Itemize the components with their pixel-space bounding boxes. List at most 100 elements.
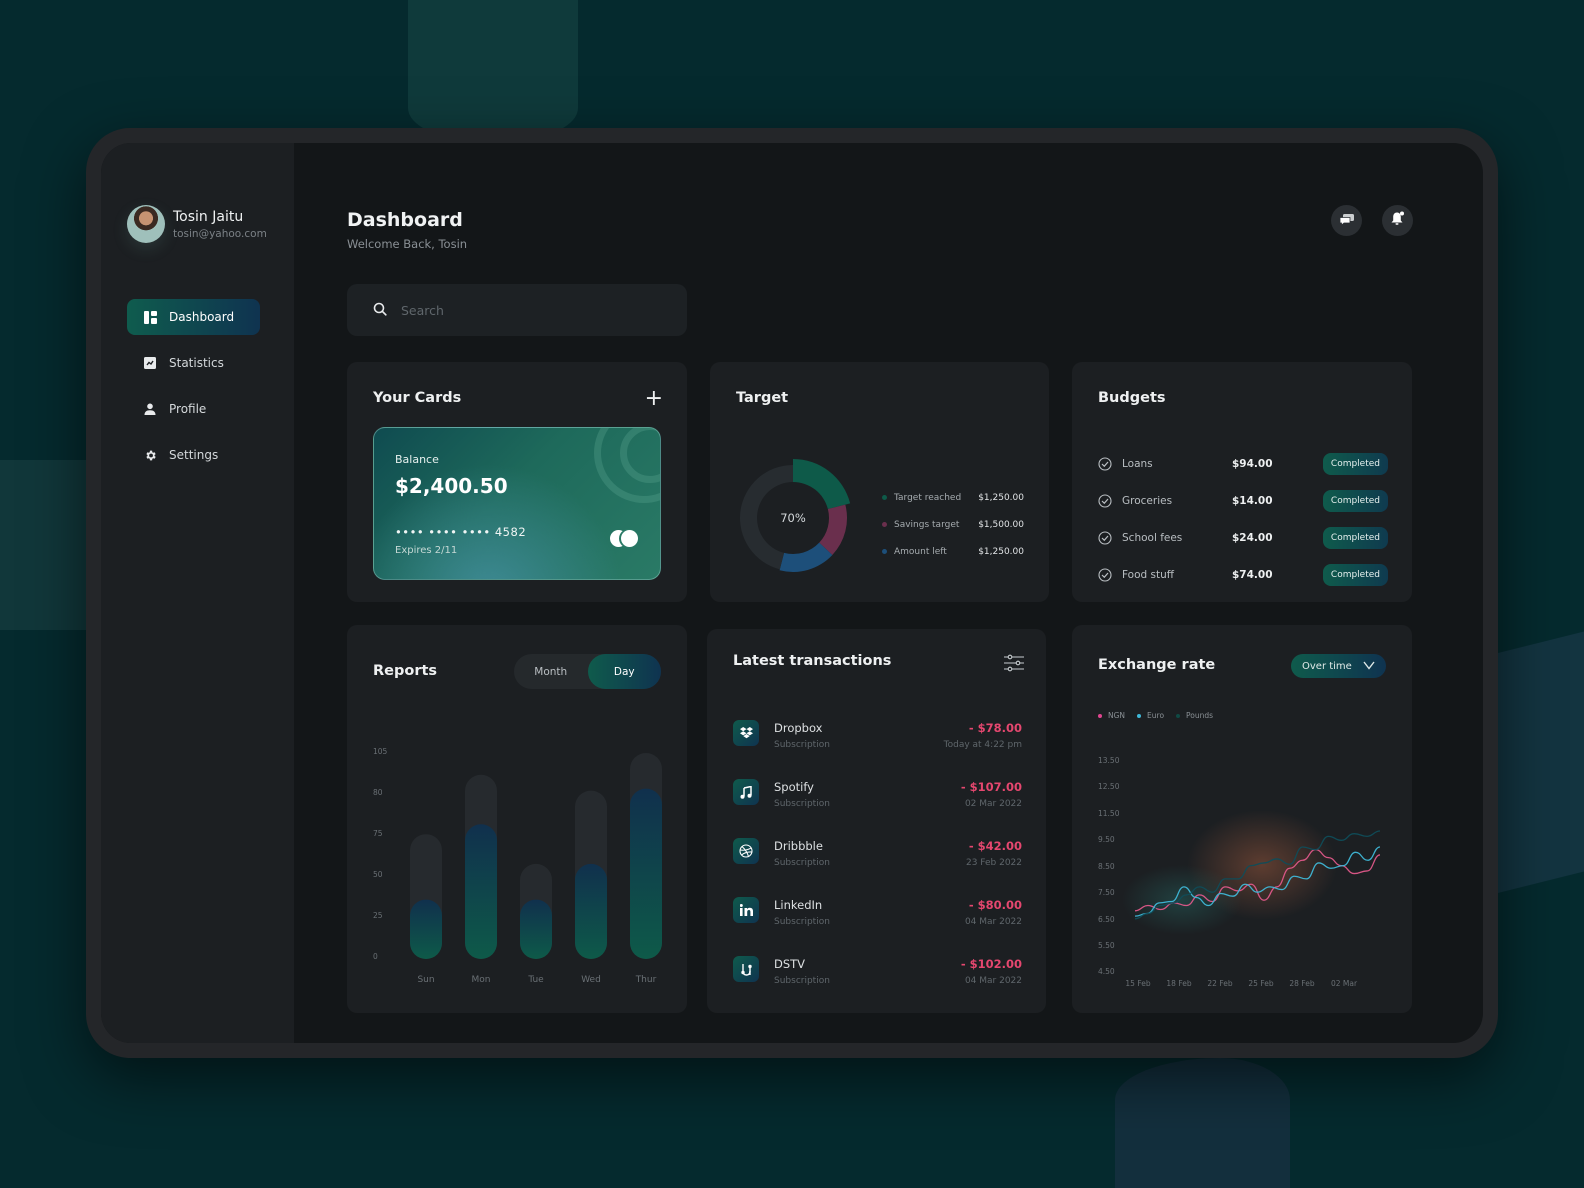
music-note-icon	[733, 779, 759, 805]
y-tick-label: 25	[373, 911, 383, 920]
transaction-type: Subscription	[774, 976, 830, 986]
sidebar-item-dashboard[interactable]: Dashboard	[127, 299, 260, 335]
transaction-row[interactable]: Spotify Subscription - $107.00 02 Mar 20…	[733, 779, 1022, 838]
transaction-date: 02 Mar 2022	[964, 799, 1022, 809]
filter-button[interactable]	[1004, 654, 1024, 672]
budget-amount: $74.00	[1232, 568, 1273, 581]
legend-label: Pounds	[1186, 711, 1214, 720]
add-card-button[interactable]: +	[645, 388, 663, 410]
credit-card[interactable]: Balance $2,400.50 •••• •••• •••• 4582 Ex…	[373, 427, 661, 580]
status-badge[interactable]: Completed	[1322, 452, 1388, 475]
page-title: Dashboard	[347, 209, 463, 231]
sidebar-item-label: Profile	[169, 402, 207, 416]
transaction-name: LinkedIn	[774, 898, 823, 912]
card-balance: $2,400.50	[395, 474, 508, 498]
budget-item: School fees $24.00 Completed	[1098, 519, 1388, 556]
user-profile[interactable]: Tosin Jaitu tosin@yahoo.com	[127, 205, 267, 243]
legend-dot	[1098, 713, 1102, 718]
dashboard-icon	[143, 310, 157, 324]
user-name: Tosin Jaitu	[173, 208, 244, 225]
notifications-button[interactable]	[1382, 205, 1413, 236]
search-input[interactable]	[401, 302, 661, 318]
sidebar-item-label: Statistics	[169, 356, 224, 370]
user-email: tosin@yahoo.com	[173, 227, 267, 240]
exchange-rate-panel: 13.50 12.50 11.50 9.50 8.50 7.50 6.50 5.50 4.50 1…	[1072, 625, 1412, 1013]
target-percentage: 70%	[780, 511, 806, 525]
legend-value: $1,250.00	[978, 546, 1024, 557]
bar[interactable]	[630, 788, 662, 959]
card-balance-label: Balance	[395, 453, 439, 466]
y-tick-label: 75	[373, 829, 383, 838]
legend-item: Savings target $1,500.00	[882, 511, 1024, 538]
budgets-panel: Budgets Loans $94.00 Completed Groceries…	[1072, 362, 1412, 602]
cards-title: Your Cards	[373, 390, 462, 406]
budget-name: School fees	[1122, 531, 1183, 544]
check-circle-icon	[1098, 530, 1112, 545]
toggle-month[interactable]: Month	[514, 654, 588, 689]
budget-name: Loans	[1122, 457, 1153, 470]
chat-icon	[1339, 211, 1354, 230]
chart-glow	[1122, 865, 1242, 935]
status-badge[interactable]: Completed	[1322, 489, 1388, 512]
sidebar: Tosin Jaitu tosin@yahoo.com Dashboard St…	[101, 143, 294, 1043]
x-tick-label: Tue	[527, 975, 544, 985]
transaction-type: Subscription	[774, 858, 830, 868]
transaction-amount: - $78.00	[968, 721, 1022, 735]
y-tick-label: 11.50	[1098, 809, 1120, 818]
transaction-row[interactable]: Dribbble Subscription - $42.00 23 Feb 20…	[733, 838, 1022, 897]
exchange-rate-line-chart: 13.50 12.50 11.50 9.50 8.50 7.50 6.50 5.50 4.50 1…	[1098, 756, 1381, 988]
transaction-name: Spotify	[774, 780, 814, 794]
legend-item: NGN	[1098, 711, 1125, 720]
transaction-name: Dropbox	[774, 721, 823, 735]
search-icon	[373, 301, 387, 320]
budget-amount: $94.00	[1232, 457, 1273, 470]
notification-bell-icon	[1390, 211, 1405, 230]
dropdown-value: Over time	[1302, 660, 1352, 672]
bar[interactable]	[520, 899, 552, 959]
timeframe-dropdown[interactable]: Over time	[1291, 654, 1386, 678]
y-tick-label: 8.50	[1098, 862, 1115, 871]
sidebar-item-settings[interactable]: Settings	[127, 437, 260, 473]
x-tick-label: Wed	[581, 975, 601, 985]
transaction-type: Subscription	[774, 799, 830, 809]
statistics-icon	[143, 356, 157, 370]
budget-item: Loans $94.00 Completed	[1098, 445, 1388, 482]
sidebar-item-statistics[interactable]: Statistics	[127, 345, 260, 381]
avatar[interactable]	[127, 205, 165, 243]
transaction-row[interactable]: DSTV Subscription - $102.00 04 Mar 2022	[733, 956, 1022, 1015]
transaction-row[interactable]: Dropbox Subscription - $78.00 Today at 4…	[733, 720, 1022, 779]
y-tick-label: 80	[373, 788, 383, 797]
transaction-date: 04 Mar 2022	[964, 917, 1022, 927]
target-title: Target	[736, 390, 789, 406]
background-shape	[408, 0, 578, 140]
reports-panel: 105 80 75 50 25 0 Sun Mon Tue Wed Thur Reports Mon…	[347, 625, 687, 1013]
linkedin-icon	[733, 897, 759, 923]
search-bar	[347, 284, 687, 336]
x-tick-label: 02 Mar	[1331, 979, 1358, 988]
transactions-title: Latest transactions	[733, 653, 892, 669]
budget-item: Food stuff $74.00 Completed	[1098, 556, 1388, 593]
status-badge[interactable]: Completed	[1322, 526, 1388, 549]
chat-button[interactable]	[1331, 205, 1362, 236]
x-tick-label: Mon	[472, 975, 491, 985]
transaction-list: Dropbox Subscription - $78.00 Today at 4…	[733, 720, 1022, 1015]
y-tick-label: 13.50	[1098, 756, 1120, 765]
status-badge[interactable]: Completed	[1322, 563, 1388, 586]
check-circle-icon	[1098, 493, 1112, 508]
y-tick-label: 105	[373, 747, 388, 756]
legend-dot	[882, 495, 887, 500]
sidebar-nav: Dashboard Statistics Profile Settings	[127, 299, 260, 483]
transaction-amount: - $42.00	[968, 839, 1022, 853]
toggle-day[interactable]: Day	[587, 654, 661, 689]
bar[interactable]	[575, 863, 607, 959]
budget-amount: $14.00	[1232, 494, 1273, 507]
sidebar-item-profile[interactable]: Profile	[127, 391, 260, 427]
y-tick-label: 12.50	[1098, 782, 1120, 791]
transaction-name: Dribbble	[774, 839, 823, 853]
transaction-amount: - $102.00	[960, 957, 1022, 971]
profile-icon	[143, 402, 157, 416]
transaction-row[interactable]: LinkedIn Subscription - $80.00 04 Mar 20…	[733, 897, 1022, 956]
bar[interactable]	[410, 899, 442, 959]
bar[interactable]	[465, 824, 497, 959]
device-frame: Tosin Jaitu tosin@yahoo.com Dashboard St…	[86, 128, 1498, 1058]
